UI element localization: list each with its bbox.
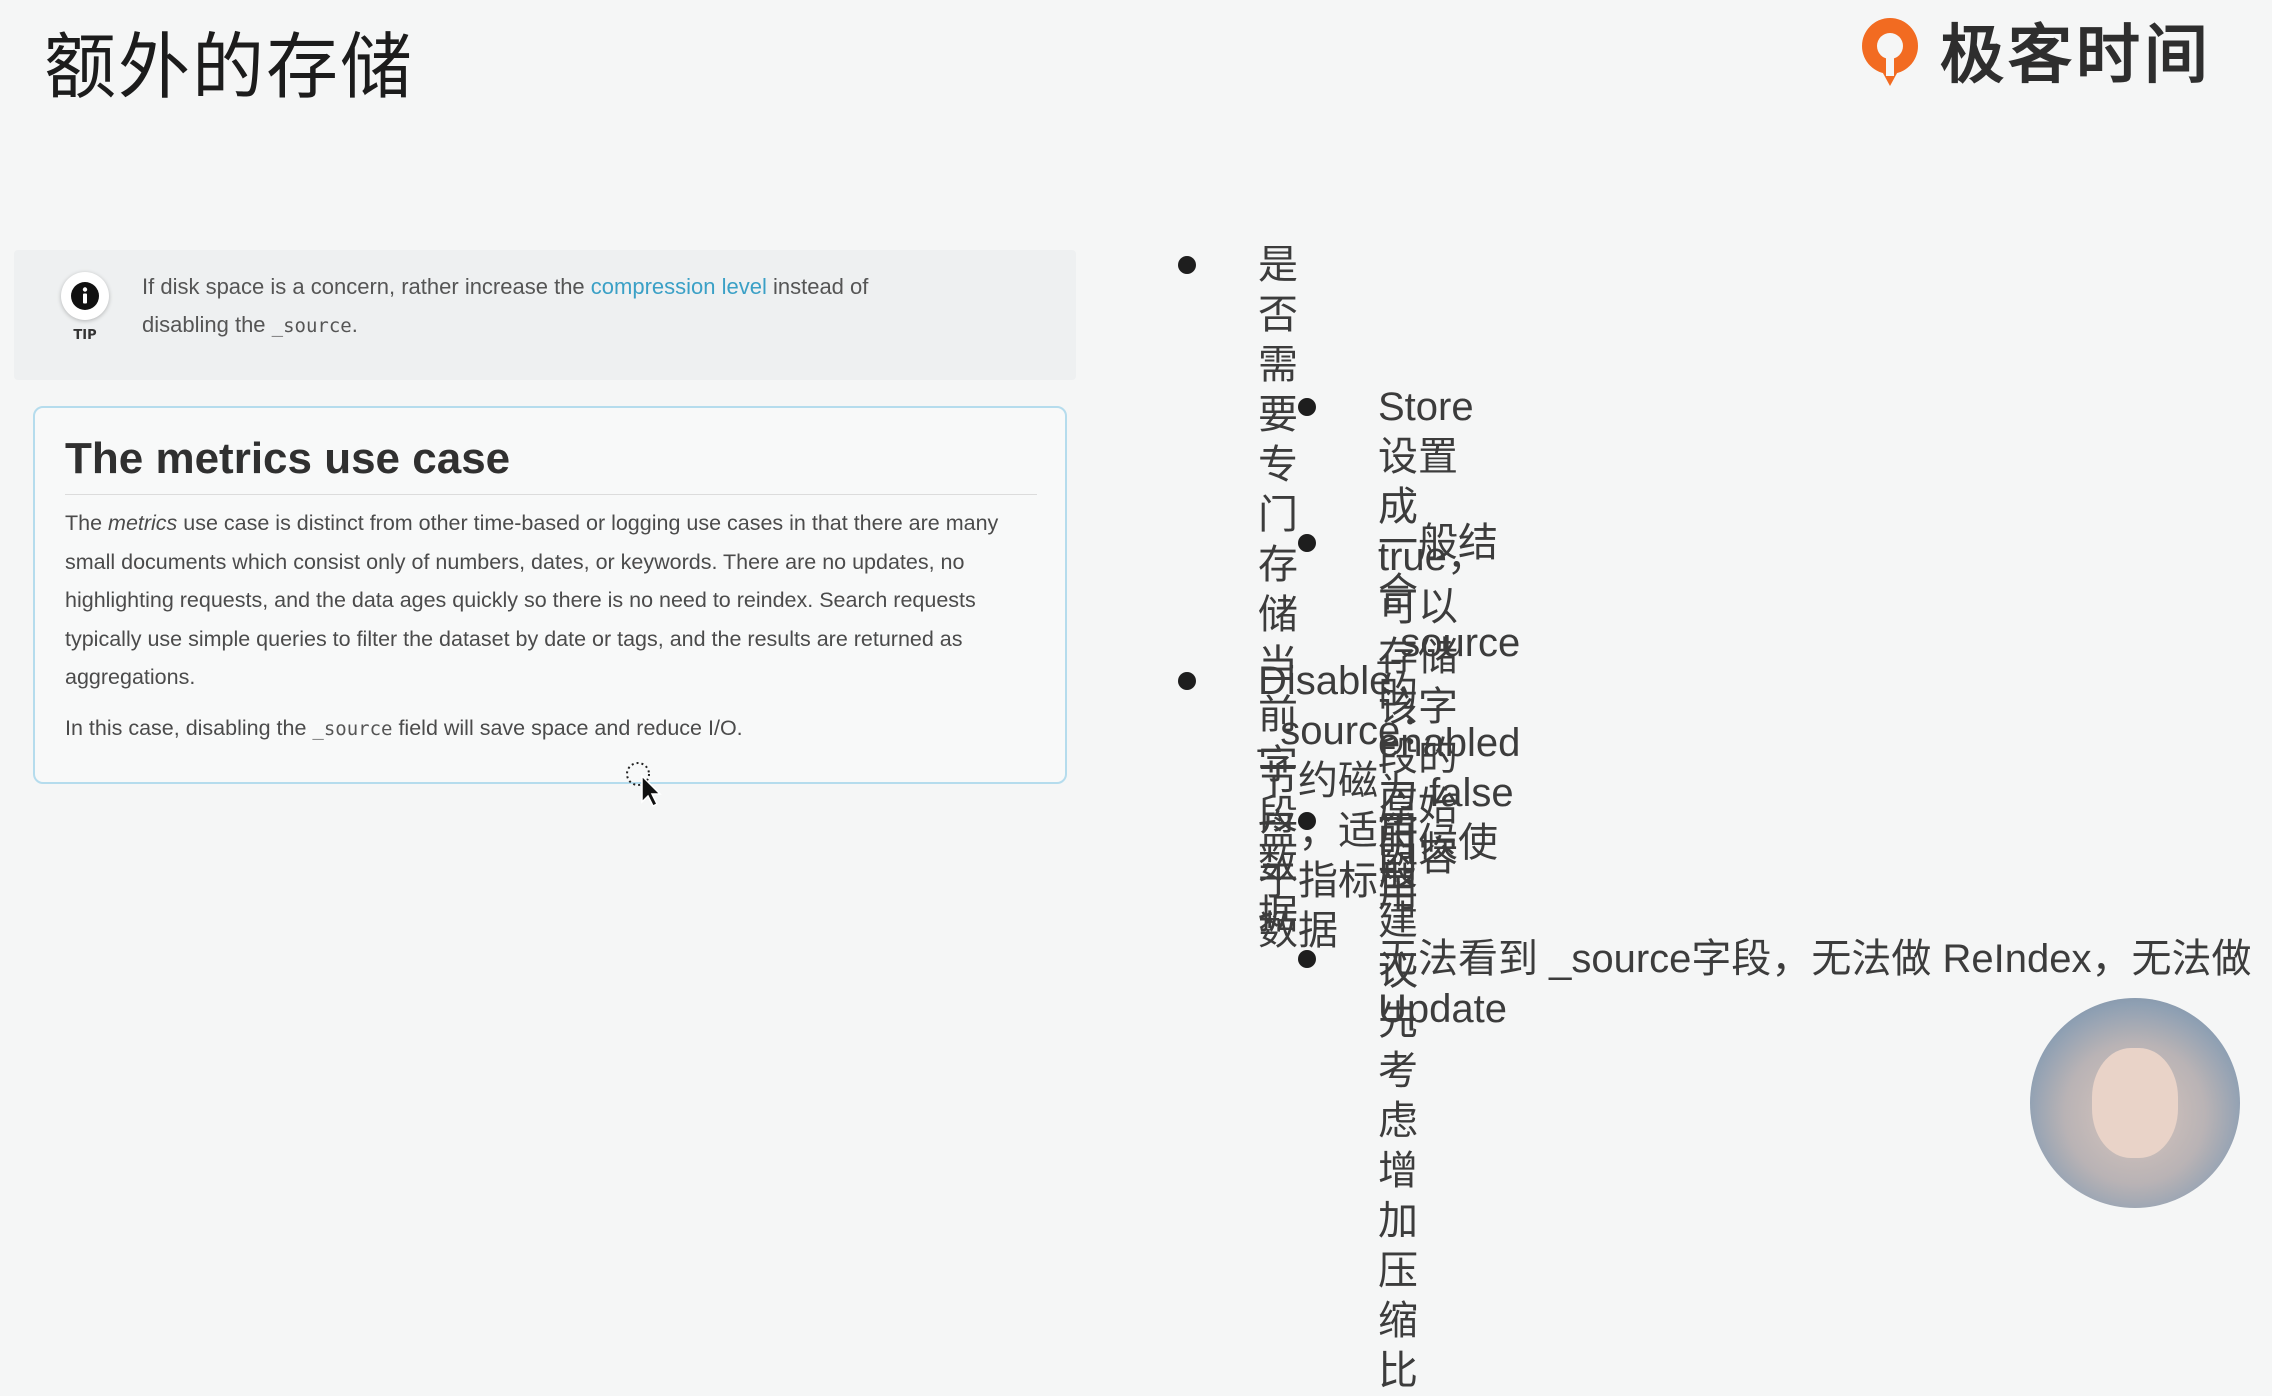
- brand-logo-group: 极客时间: [1850, 4, 2212, 96]
- source-code-inline: _source: [312, 717, 393, 740]
- bullet-dot-icon: [1298, 950, 1316, 968]
- brand-name: 极客时间: [1940, 19, 2212, 93]
- tip-box: TIP If disk space is a concern, rather i…: [14, 250, 1076, 380]
- bullet-dot-icon: [1178, 672, 1196, 690]
- metrics-text: The: [65, 511, 109, 535]
- geektime-logo-icon: [1862, 18, 1918, 86]
- metrics-text: In this case, disabling the: [65, 715, 313, 740]
- metrics-emphasis: metrics: [108, 511, 178, 535]
- slide-title: 额外的存储: [44, 25, 415, 109]
- bullet-text: 一般建议先考虑增加压缩比: [1378, 799, 1418, 1393]
- tip-text-part: .: [351, 312, 358, 337]
- metrics-text: field will save space and reduce I/O.: [392, 715, 743, 740]
- tip-text-part: If disk space is a concern, rather incre…: [142, 274, 591, 299]
- source-code-inline: _source: [271, 315, 352, 337]
- metrics-paragraph: The metrics use case is distinct from ot…: [65, 504, 1045, 697]
- presenter-avatar: [2030, 998, 2240, 1208]
- tip-icon-wrap: TIP: [50, 272, 120, 362]
- info-icon: [61, 272, 109, 320]
- metrics-heading: The metrics use case: [65, 434, 511, 483]
- tip-text-part: instead of: [766, 274, 869, 299]
- metrics-body: The metrics use case is distinct from ot…: [65, 504, 1045, 748]
- bullet-dot-icon: [1178, 256, 1196, 274]
- bullet-item: 一般建议先考虑增加压缩比: [1298, 796, 1418, 1396]
- mouse-cursor-icon: [626, 762, 662, 808]
- heading-divider: [65, 494, 1037, 495]
- presenter-face: [2092, 1048, 2178, 1158]
- metrics-text: use case is distinct from other time-bas…: [65, 511, 999, 689]
- bullet-dot-icon: [1298, 812, 1316, 830]
- bullet-dot-icon: [1298, 534, 1316, 552]
- compression-level-link[interactable]: compression level: [591, 274, 767, 299]
- metrics-use-case-card: The metrics use case The metrics use cas…: [33, 406, 1067, 784]
- tip-text-part: disabling the: [142, 312, 272, 337]
- tip-label: TIP: [73, 328, 97, 343]
- metrics-paragraph: In this case, disabling the _source fiel…: [65, 709, 1045, 749]
- bullet-dot-icon: [1298, 398, 1316, 416]
- tip-text: If disk space is a concern, rather incre…: [142, 268, 1022, 345]
